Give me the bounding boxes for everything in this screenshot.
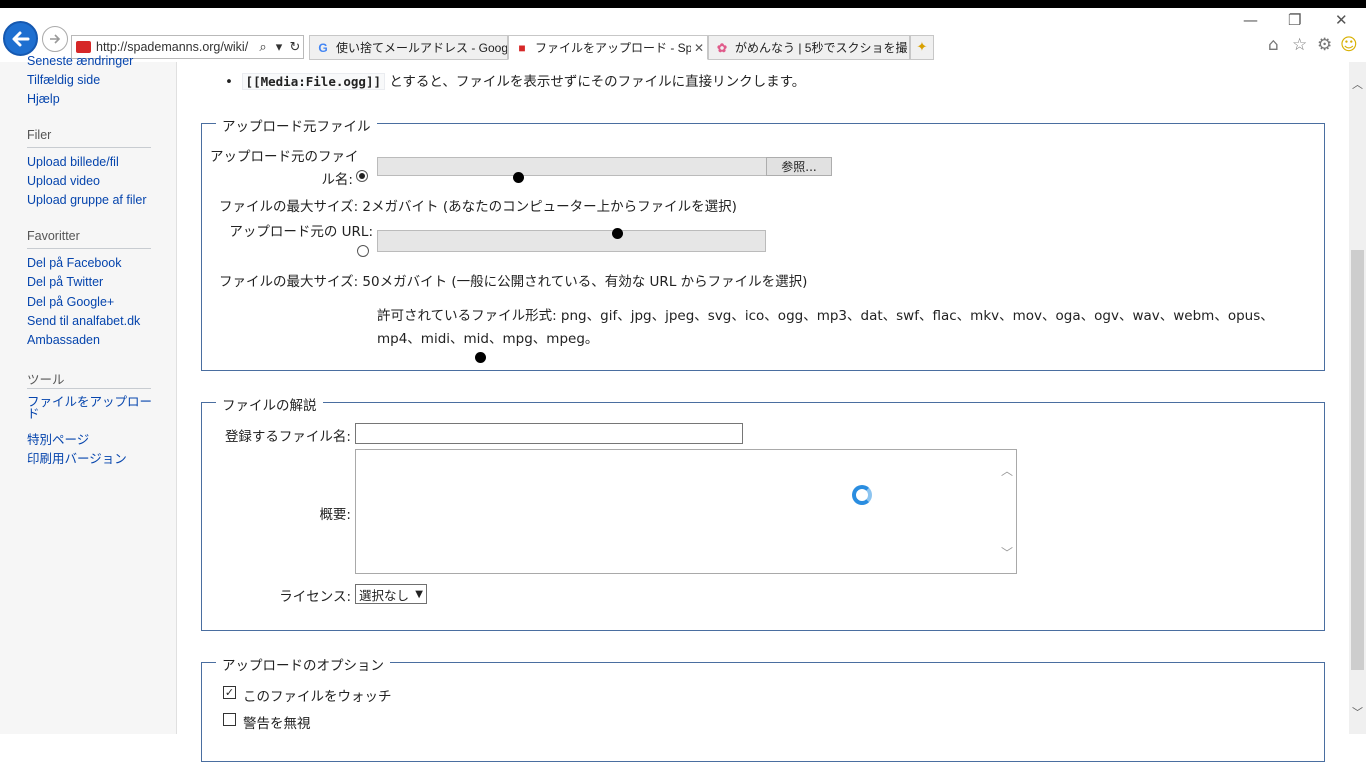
sidebar-link-analfabet[interactable]: Send til analfabet.dk — [27, 314, 140, 328]
sidebar-heading-favorites: Favoritter — [27, 229, 80, 243]
loading-spinner-icon — [852, 485, 872, 505]
screen-top-edge — [0, 0, 1366, 8]
dropdown-icon[interactable]: ▾ — [271, 40, 287, 55]
allowed-types-line1: 許可されているファイル形式: png、gif、jpg、jpeg、svg、ico、… — [377, 308, 1274, 324]
file-path-field[interactable] — [377, 157, 767, 176]
close-window-icon[interactable]: ✕ — [1335, 11, 1348, 29]
sidebar: Seneste ændringer Tilfældig side Hjælp F… — [0, 54, 177, 734]
cursor-marker-dot — [475, 352, 486, 363]
site-favicon-icon — [76, 41, 91, 53]
upload-options-fieldset: アップロードのオプション ✓ このファイルをウォッチ 警告を無視 — [201, 654, 1325, 762]
source-url-radio[interactable] — [357, 245, 369, 257]
summary-textarea[interactable]: ︿ ﹀ — [355, 449, 1017, 574]
watch-file-checkbox[interactable]: ✓ — [223, 686, 236, 699]
fieldset-legend: アップロード元ファイル — [216, 115, 377, 135]
file-max-size-text: ファイルの最大サイズ: 2メガバイト (あなたのコンピューター上からファイルを選… — [219, 199, 737, 215]
file-label-line2: ル名: — [321, 172, 353, 188]
ignore-warnings-label: 警告を無視 — [243, 716, 311, 732]
tab-upload-file[interactable]: ■ ファイルをアップロード - Spadem... ✕ — [508, 35, 708, 60]
bullet-marker: • — [225, 74, 242, 90]
sidebar-link-upload-video[interactable]: Upload video — [27, 174, 100, 188]
tab-label: 使い捨てメールアドレス - Google ... — [336, 41, 507, 55]
sidebar-link-google-plus[interactable]: Del på Google+ — [27, 295, 114, 309]
new-tab-button[interactable]: ✦ — [910, 35, 934, 60]
smiley-feedback-icon[interactable]: ☺ — [1340, 35, 1358, 55]
watch-file-label: このファイルをウォッチ — [243, 689, 392, 705]
sidebar-link-help[interactable]: Hjælp — [27, 92, 60, 106]
sidebar-link-random[interactable]: Tilfældig side — [27, 73, 100, 87]
allowed-types-line2: mp4、midi、mid、mpg、mpeg。 — [377, 331, 599, 347]
scroll-down-arrow-icon[interactable]: ﹀ — [1349, 704, 1366, 721]
file-label-line1: アップロード元のファイ — [210, 149, 359, 165]
media-link-code: [[Media:File.ogg]] — [241, 73, 386, 90]
address-url[interactable]: http://spademanns.org/wiki/ — [96, 40, 255, 54]
search-icon[interactable]: ⌕ — [255, 40, 271, 55]
dest-filename-label: 登録するファイル名: — [224, 429, 351, 445]
home-icon[interactable]: ⌂ — [1268, 35, 1279, 55]
dest-filename-input[interactable] — [355, 423, 743, 444]
tab-google-mail[interactable]: G 使い捨てメールアドレス - Google ... — [309, 35, 508, 60]
cursor-marker-dot — [513, 172, 524, 183]
fieldset-legend: アップロードのオプション — [216, 654, 390, 674]
tab-label: がめんなう | 5秒でスクショを撮って... — [735, 41, 909, 55]
sidebar-link-upload-file[interactable]: ファイルをアップロード — [27, 396, 153, 421]
sidebar-link-print[interactable]: 印刷用バージョン — [27, 448, 127, 467]
fieldset-legend: ファイルの解説 — [216, 394, 323, 414]
file-description-fieldset: ファイルの解説 登録するファイル名: 概要: ︿ ﹀ ライセンス: 選択なし ▼ — [201, 394, 1325, 631]
settings-gear-icon[interactable]: ⚙ — [1317, 35, 1332, 55]
tab-gamennow[interactable]: ✿ がめんなう | 5秒でスクショを撮って... — [708, 35, 910, 60]
sidebar-heading-files: Filer — [27, 128, 52, 142]
bullet-text: とすると、ファイルを表示せずにそのファイルに直接リンクします。 — [389, 74, 806, 90]
sidebar-divider — [27, 248, 151, 249]
tab-label: ファイルをアップロード - Spadem... — [535, 41, 691, 55]
sidebar-link-upload-group[interactable]: Upload gruppe af filer — [27, 193, 147, 207]
favorites-star-icon[interactable]: ☆ — [1292, 35, 1307, 55]
scrollbar-thumb[interactable] — [1351, 250, 1364, 670]
arrow-right-icon — [50, 34, 61, 44]
ignore-warnings-checkbox[interactable] — [223, 713, 236, 726]
minimize-icon[interactable]: — — [1243, 11, 1258, 29]
sidebar-divider — [27, 147, 151, 148]
page-scrollbar[interactable]: ︿ ﹀ — [1349, 62, 1366, 734]
url-max-size-text: ファイルの最大サイズ: 50メガバイト (一般に公開されている、有効な URL … — [219, 274, 808, 290]
restore-icon[interactable]: ❐ — [1288, 11, 1301, 29]
license-select[interactable]: 選択なし ▼ — [355, 584, 427, 604]
gamennow-icon: ✿ — [716, 40, 728, 55]
source-url-field[interactable] — [377, 230, 766, 252]
url-label: アップロード元の URL: — [229, 224, 373, 240]
sidebar-link-ambassaden[interactable]: Ambassaden — [27, 333, 100, 347]
sidebar-divider — [27, 388, 151, 389]
browse-button[interactable]: 参照... — [766, 157, 832, 176]
google-icon: G — [318, 40, 328, 55]
license-label: ライセンス: — [279, 589, 351, 605]
new-tab-icon: ✦ — [916, 40, 928, 55]
scroll-down-icon[interactable]: ﹀ — [1001, 544, 1013, 561]
arrow-left-icon — [12, 31, 29, 46]
sidebar-link-twitter[interactable]: Del på Twitter — [27, 275, 103, 289]
source-file-fieldset: アップロード元ファイル アップロード元のファイ ル名: 参照... ファイルの最… — [201, 115, 1325, 371]
close-tab-icon[interactable]: ✕ — [691, 41, 707, 55]
cursor-marker-dot — [612, 228, 623, 239]
summary-label: 概要: — [319, 507, 351, 523]
source-file-radio[interactable] — [356, 170, 368, 182]
forward-button[interactable] — [42, 26, 68, 52]
sidebar-link-facebook[interactable]: Del på Facebook — [27, 256, 122, 270]
back-button[interactable] — [3, 21, 38, 56]
sidebar-link-recent-changes[interactable]: Seneste ændringer — [27, 54, 133, 68]
main-content: • [[Media:File.ogg]] とすると、ファイルを表示せずにそのファ… — [177, 62, 1349, 762]
refresh-icon[interactable]: ↻ — [287, 40, 303, 55]
scroll-up-icon[interactable]: ︿ — [1001, 462, 1013, 479]
scroll-up-arrow-icon[interactable]: ︿ — [1349, 76, 1366, 93]
sidebar-link-special-pages[interactable]: 特別ページ — [27, 429, 89, 448]
sidebar-link-upload-image[interactable]: Upload billede/fil — [27, 155, 119, 169]
site-favicon-icon: ■ — [518, 40, 526, 55]
sidebar-heading-tools: ツール — [27, 373, 65, 387]
help-bullet: • [[Media:File.ogg]] とすると、ファイルを表示せずにそのファ… — [225, 70, 805, 90]
chevron-down-icon: ▼ — [415, 588, 423, 600]
license-select-value: 選択なし — [359, 587, 410, 603]
